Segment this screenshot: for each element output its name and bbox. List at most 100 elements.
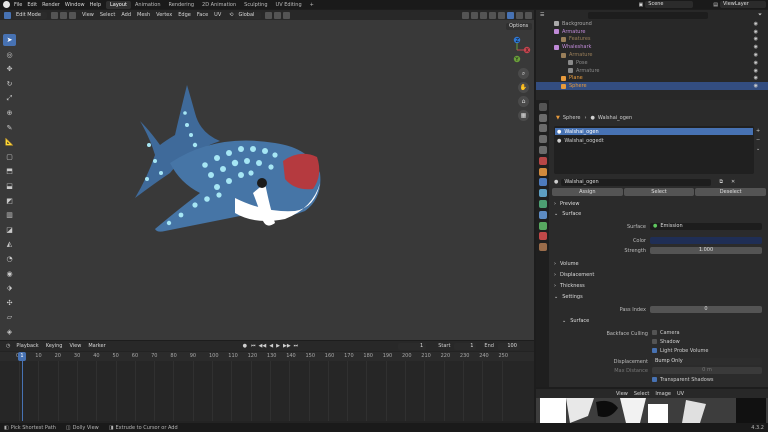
tab-layout[interactable]: Layout	[106, 0, 131, 9]
options-dropdown[interactable]: Options	[506, 23, 532, 30]
physics-tab-icon[interactable]	[538, 199, 547, 208]
filter-icon[interactable]: ⏷	[758, 12, 762, 18]
vp-menu-edge[interactable]: Edge	[178, 12, 191, 18]
tool-tab-icon[interactable]	[538, 102, 547, 111]
pan-hand-icon[interactable]: ✋	[518, 82, 529, 93]
modifier-tab-icon[interactable]	[538, 178, 547, 187]
transform-tool-icon[interactable]: ⊕	[3, 107, 16, 119]
surface-subpanel[interactable]: ⌄ Surface	[558, 316, 764, 326]
pass-index-field[interactable]: 0	[650, 306, 762, 313]
slot-menu-icon[interactable]: ⌄	[756, 146, 760, 152]
view-layer-field[interactable]: ViewLayer	[720, 1, 766, 8]
light-probe-checkbox[interactable]: Light Probe Volume	[652, 348, 708, 354]
frame-ruler[interactable]: 0102030405060708090100110120130140150160…	[0, 352, 534, 361]
browse-material-icon[interactable]: ●	[554, 179, 558, 185]
strength-field[interactable]: 1.000	[650, 247, 762, 254]
loop-cut-tool-icon[interactable]: ▥	[3, 209, 16, 221]
vp-menu-view[interactable]: View	[82, 12, 94, 18]
visibility-eye-icon[interactable]: ◉	[754, 21, 758, 27]
material-slot-active[interactable]: ● Walshai_ogen	[555, 128, 753, 135]
annotate-tool-icon[interactable]: ✎	[3, 122, 16, 134]
current-frame-field[interactable]: 1	[398, 342, 427, 350]
shading-wireframe-icon[interactable]	[498, 11, 505, 19]
knife-tool-icon[interactable]: ◪	[3, 224, 16, 236]
orientation-dropdown[interactable]: Global	[235, 11, 262, 19]
preview-panel[interactable]: › Preview	[550, 199, 768, 209]
scene-field[interactable]: Scene	[645, 1, 694, 8]
next-key-icon[interactable]: ▶▶	[283, 343, 291, 349]
shrink-tool-icon[interactable]: ✣	[3, 297, 16, 309]
shadow-checkbox[interactable]: Shadow	[652, 339, 680, 345]
snap-icon[interactable]	[274, 11, 282, 19]
output-tab-icon[interactable]	[538, 124, 547, 133]
menu-help[interactable]: Help	[90, 2, 101, 8]
outliner-row[interactable]: Armature ◉	[536, 67, 768, 75]
cursor-tool-icon[interactable]: ◎	[3, 49, 16, 61]
constraints-tab-icon[interactable]	[538, 210, 547, 219]
edge-select-icon[interactable]	[60, 11, 67, 19]
tab-rendering[interactable]: Rendering	[165, 1, 199, 9]
thickness-panel[interactable]: › Thickness	[550, 281, 768, 291]
tl-menu-keying[interactable]: Keying	[46, 343, 63, 349]
scene-tab-icon[interactable]	[538, 145, 547, 154]
tl-menu-view[interactable]: View	[69, 343, 81, 349]
measure-tool-icon[interactable]: 📐	[3, 136, 16, 148]
extrude-tool-icon[interactable]: ⬒	[3, 165, 16, 177]
outliner-search-input[interactable]	[588, 11, 709, 19]
surface-panel[interactable]: ⌄ Surface	[550, 209, 768, 219]
menu-edit[interactable]: Edit	[27, 2, 37, 8]
outliner-row[interactable]: Armature ◉	[536, 28, 768, 36]
max-distance-field[interactable]: 0 m	[652, 367, 762, 374]
perspective-grid-icon[interactable]: ▦	[518, 110, 529, 121]
play-icon[interactable]: ▶	[276, 343, 280, 349]
uv-menu-image[interactable]: Image	[655, 391, 671, 397]
select-button[interactable]: Select	[623, 188, 695, 196]
tab-animation[interactable]: Animation	[131, 1, 165, 9]
visibility-icon[interactable]	[462, 11, 469, 19]
vp-menu-select[interactable]: Select	[100, 12, 115, 18]
vp-menu-add[interactable]: Add	[121, 12, 131, 18]
outliner-row[interactable]: Armature ◉	[536, 51, 768, 59]
surface-shader-field[interactable]: ● Emission	[650, 223, 762, 230]
edge-slide-tool-icon[interactable]: ⬗	[3, 282, 16, 294]
move-tool-icon[interactable]: ✥	[3, 63, 16, 75]
add-cube-tool-icon[interactable]: ▢	[3, 151, 16, 163]
end-field[interactable]: 100	[497, 342, 520, 350]
particles-tab-icon[interactable]	[538, 189, 547, 198]
render-tab-icon[interactable]	[538, 113, 547, 122]
rip-tool-icon[interactable]: ◈	[3, 326, 16, 338]
displacement-panel[interactable]: › Displacement	[550, 270, 768, 280]
visibility-eye-icon[interactable]: ◉	[754, 75, 758, 81]
menu-render[interactable]: Render	[42, 2, 60, 8]
outliner-row[interactable]: Sphere ◉	[536, 82, 768, 91]
bevel-tool-icon[interactable]: ◩	[3, 195, 16, 207]
pivot-icon[interactable]	[265, 11, 273, 19]
tl-menu-playback[interactable]: Playback	[16, 343, 38, 349]
proportional-icon[interactable]	[283, 11, 291, 19]
scale-tool-icon[interactable]: ⤢	[3, 92, 16, 104]
start-field[interactable]: 1	[454, 342, 477, 350]
settings-panel[interactable]: ⌄ Settings	[550, 292, 768, 302]
uv-menu-uv[interactable]: UV	[677, 391, 684, 397]
menu-file[interactable]: File	[14, 2, 22, 8]
play-reverse-icon[interactable]: ◀	[269, 343, 273, 349]
tab-uv-editing[interactable]: UV Editing	[272, 1, 306, 9]
data-tab-icon[interactable]	[538, 221, 547, 230]
outliner-row[interactable]: Pose ◉	[536, 59, 768, 67]
shear-tool-icon[interactable]: ▱	[3, 311, 16, 323]
vp-menu-uv[interactable]: UV	[214, 12, 221, 18]
material-name-field[interactable]: Walshai_ogen	[561, 178, 712, 186]
shading-rendered-icon[interactable]	[525, 11, 532, 19]
add-slot-icon[interactable]: +	[756, 128, 760, 134]
visibility-eye-icon[interactable]: ◉	[754, 60, 758, 66]
volume-panel[interactable]: › Volume	[550, 259, 768, 269]
color-swatch[interactable]	[650, 237, 762, 244]
material-slot[interactable]: ● Walshai_oogedt	[554, 137, 754, 144]
object-tab-icon[interactable]	[538, 167, 547, 176]
displacement-dropdown[interactable]: Bump Only	[652, 358, 762, 365]
visibility-eye-icon[interactable]: ◉	[754, 36, 758, 42]
uv-menu-select[interactable]: Select	[634, 391, 649, 397]
vp-menu-vertex[interactable]: Vertex	[156, 12, 172, 18]
view-layer-tab-icon[interactable]	[538, 135, 547, 144]
duplicate-material-icon[interactable]: ⧉	[719, 179, 723, 185]
